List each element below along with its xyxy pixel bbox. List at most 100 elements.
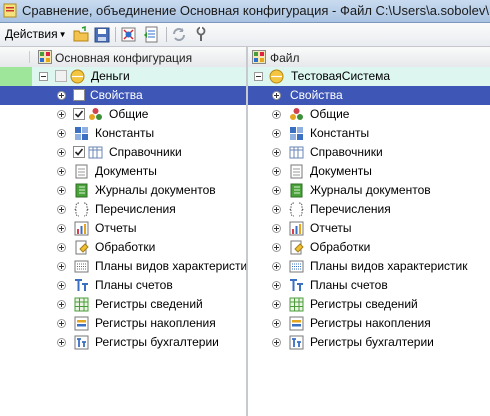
root-label: ТестоваяСистема bbox=[291, 69, 391, 83]
item-label: Свойства bbox=[90, 88, 143, 102]
item-label: Общие bbox=[109, 107, 149, 121]
processing-icon bbox=[290, 240, 304, 255]
tree-row-constants[interactable]: Константы bbox=[248, 124, 490, 143]
match-indicator bbox=[0, 67, 32, 86]
settings-wrench-icon[interactable] bbox=[193, 26, 209, 43]
tree-row-catalogs[interactable]: Справочники bbox=[0, 143, 246, 162]
tree-row-chart-accounts[interactable]: Планы счетов bbox=[0, 276, 246, 295]
expand-icon[interactable] bbox=[272, 319, 281, 328]
expand-icon[interactable] bbox=[57, 91, 66, 100]
expand-icon[interactable] bbox=[272, 243, 281, 252]
documents-icon bbox=[290, 164, 303, 179]
tree-row-documents[interactable]: Документы bbox=[248, 162, 490, 181]
checkbox-common[interactable] bbox=[73, 108, 85, 120]
tree-row-enums[interactable]: Перечисления bbox=[0, 200, 246, 219]
tree-row-chart-accounts[interactable]: Планы счетов bbox=[248, 276, 490, 295]
tree-row-info-registers[interactable]: Регистры сведений bbox=[0, 295, 246, 314]
tree-row-common[interactable]: Общие bbox=[248, 105, 490, 124]
expand-icon[interactable] bbox=[272, 300, 281, 309]
report-icon[interactable] bbox=[143, 26, 160, 43]
info-registers-icon bbox=[289, 297, 304, 312]
tree-row-accum-registers[interactable]: Регистры накопления bbox=[0, 314, 246, 333]
filter-icon[interactable] bbox=[120, 26, 137, 43]
tree-row-documents[interactable]: Документы bbox=[0, 162, 246, 181]
tree-row-processing[interactable]: Обработки bbox=[0, 238, 246, 257]
tree-row-root[interactable]: ТестоваяСистема bbox=[248, 67, 490, 86]
expand-icon[interactable] bbox=[57, 148, 66, 157]
item-label: Свойства bbox=[290, 88, 343, 102]
expand-icon[interactable] bbox=[272, 129, 281, 138]
reports-icon bbox=[289, 221, 304, 236]
expand-icon[interactable] bbox=[57, 110, 66, 119]
expand-icon[interactable] bbox=[57, 338, 66, 347]
item-label: Регистры бухгалтерии bbox=[95, 335, 219, 349]
expand-icon[interactable] bbox=[57, 205, 66, 214]
expand-icon[interactable] bbox=[272, 91, 281, 100]
tree-row-info-registers[interactable]: Регистры сведений bbox=[248, 295, 490, 314]
left-tree-panel: Основная конфигурация Деньги Свойства Об… bbox=[0, 47, 246, 416]
item-label: Отчеты bbox=[95, 221, 137, 235]
expand-icon[interactable] bbox=[272, 186, 281, 195]
actions-menu-button[interactable]: Действия▼ bbox=[5, 27, 67, 44]
expand-icon[interactable] bbox=[57, 281, 66, 290]
tree-row-properties[interactable]: Свойства bbox=[248, 86, 490, 105]
char-types-icon bbox=[289, 260, 304, 273]
right-header-label: Файл bbox=[270, 51, 300, 65]
documents-icon bbox=[75, 164, 88, 179]
configuration-icon bbox=[38, 50, 52, 64]
expand-icon[interactable] bbox=[57, 167, 66, 176]
expand-icon[interactable] bbox=[272, 224, 281, 233]
checkbox-properties[interactable] bbox=[73, 89, 85, 101]
open-folder-icon[interactable] bbox=[73, 26, 89, 43]
collapse-icon[interactable] bbox=[254, 72, 263, 81]
tree-row-accum-registers[interactable]: Регистры накопления bbox=[248, 314, 490, 333]
expand-icon[interactable] bbox=[272, 167, 281, 176]
tree-row-char-types[interactable]: Планы видов характеристик bbox=[248, 257, 490, 276]
checkbox-catalogs[interactable] bbox=[73, 146, 85, 158]
item-label: Регистры сведений bbox=[95, 297, 203, 311]
checkmark-icon bbox=[74, 148, 84, 156]
tree-row-root[interactable]: Деньги bbox=[0, 67, 246, 86]
save-icon[interactable] bbox=[94, 26, 110, 43]
tree-row-reports[interactable]: Отчеты bbox=[0, 219, 246, 238]
processing-icon bbox=[75, 240, 89, 255]
item-label: Обработки bbox=[95, 240, 156, 254]
tree-row-common[interactable]: Общие bbox=[0, 105, 246, 124]
tree-row-char-types[interactable]: Планы видов характеристик bbox=[0, 257, 246, 276]
tree-row-processing[interactable]: Обработки bbox=[248, 238, 490, 257]
expand-icon[interactable] bbox=[57, 129, 66, 138]
expand-icon[interactable] bbox=[272, 338, 281, 347]
collapse-icon[interactable] bbox=[39, 72, 48, 81]
common-icon bbox=[89, 108, 102, 120]
tree-row-journals[interactable]: Журналы документов bbox=[0, 181, 246, 200]
config-root-icon bbox=[70, 69, 85, 84]
tree-row-journals[interactable]: Журналы документов bbox=[248, 181, 490, 200]
caret-down-icon: ▼ bbox=[58, 30, 67, 39]
accounting-registers-icon bbox=[289, 335, 304, 350]
expand-icon[interactable] bbox=[272, 110, 281, 119]
tree-row-accounting-registers[interactable]: Регистры бухгалтерии bbox=[248, 333, 490, 352]
refresh-icon[interactable] bbox=[171, 26, 187, 43]
checkmark-icon bbox=[74, 110, 84, 118]
expand-icon[interactable] bbox=[57, 224, 66, 233]
checkbox-root[interactable] bbox=[55, 70, 67, 82]
expand-icon[interactable] bbox=[272, 205, 281, 214]
item-label: Планы счетов bbox=[310, 278, 388, 292]
tree-row-catalogs[interactable]: Справочники bbox=[248, 143, 490, 162]
actions-label: Действия bbox=[5, 27, 58, 41]
tree-row-constants[interactable]: Константы bbox=[0, 124, 246, 143]
tree-row-properties[interactable]: Свойства bbox=[0, 86, 246, 105]
item-label: Обработки bbox=[310, 240, 371, 254]
tree-row-enums[interactable]: Перечисления bbox=[248, 200, 490, 219]
expand-icon[interactable] bbox=[57, 319, 66, 328]
expand-icon[interactable] bbox=[272, 262, 281, 271]
expand-icon[interactable] bbox=[272, 148, 281, 157]
tree-row-accounting-registers[interactable]: Регистры бухгалтерии bbox=[0, 333, 246, 352]
expand-icon[interactable] bbox=[272, 281, 281, 290]
app-icon bbox=[3, 3, 17, 18]
tree-row-reports[interactable]: Отчеты bbox=[248, 219, 490, 238]
expand-icon[interactable] bbox=[57, 186, 66, 195]
expand-icon[interactable] bbox=[57, 262, 66, 271]
expand-icon[interactable] bbox=[57, 300, 66, 309]
expand-icon[interactable] bbox=[57, 243, 66, 252]
